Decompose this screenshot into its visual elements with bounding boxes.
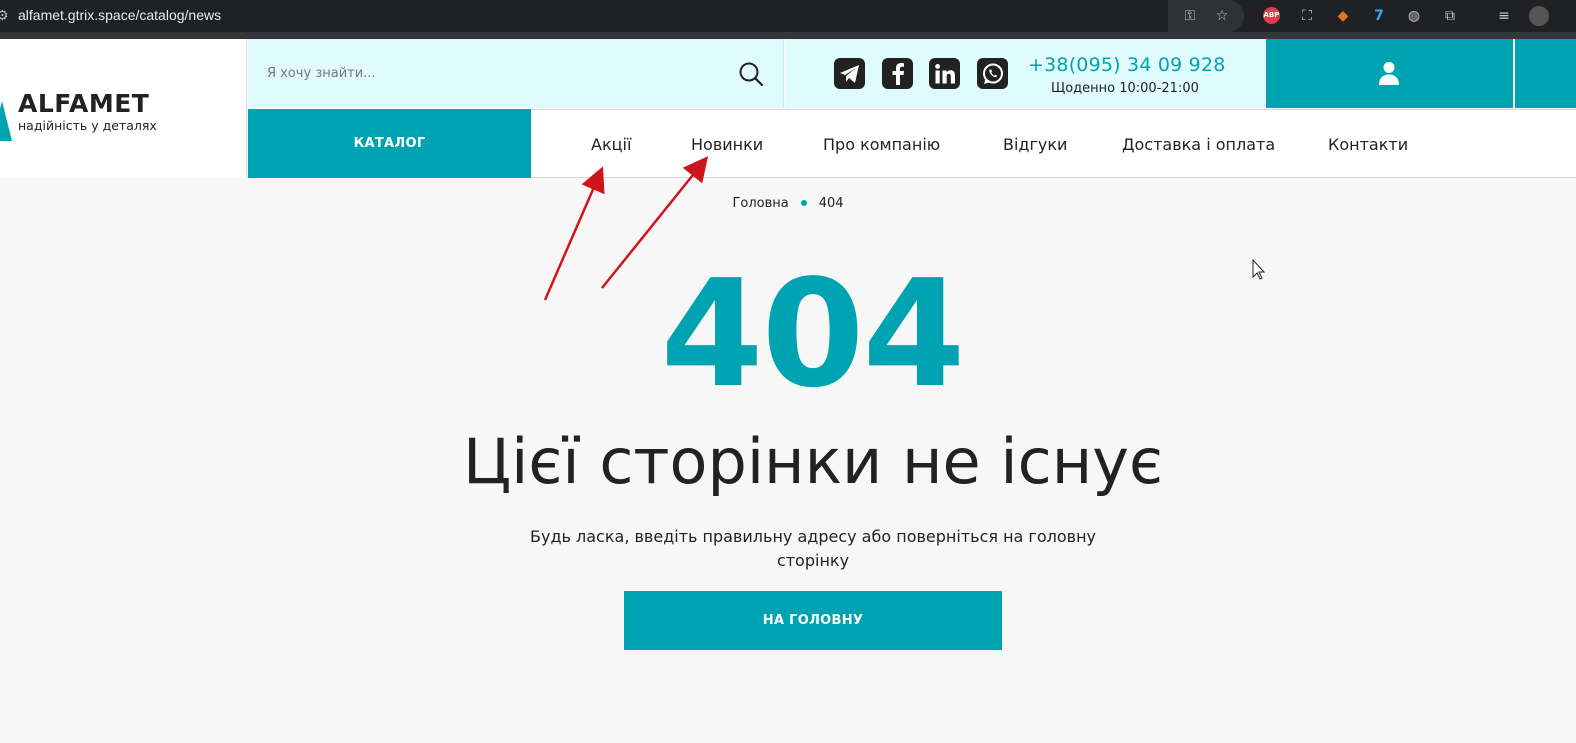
site-header: ALFAMET надійність у деталях +38(095) 34… bbox=[0, 39, 1576, 178]
profile-avatar-icon[interactable] bbox=[1529, 6, 1549, 26]
translate-extension-icon[interactable]: 7 bbox=[1369, 6, 1389, 26]
user-icon bbox=[1379, 62, 1399, 85]
nav-item-new[interactable]: Новинки bbox=[691, 135, 763, 154]
screenshot-extension-icon[interactable]: ⛶ bbox=[1297, 6, 1317, 26]
nav-item-delivery[interactable]: Доставка і оплата bbox=[1122, 135, 1275, 154]
adblock-icon[interactable]: ABP bbox=[1263, 7, 1280, 24]
working-hours: Щоденно 10:00-21:00 bbox=[1051, 81, 1199, 96]
whatsapp-icon[interactable] bbox=[977, 58, 1008, 89]
telegram-icon[interactable] bbox=[834, 58, 865, 89]
main-nav: Акції Новинки Про компанію Відгуки Доста… bbox=[531, 109, 1576, 178]
account-button[interactable] bbox=[1266, 39, 1513, 108]
site-info-icon[interactable]: ⚙ bbox=[0, 8, 9, 24]
search-icon[interactable] bbox=[738, 61, 764, 87]
catalog-button[interactable]: КАТАЛОГ bbox=[248, 109, 531, 178]
browser-toolbar: ⚙ alfamet.gtrix.space/catalog/news ⚿ ☆ A… bbox=[0, 0, 1576, 32]
key-icon[interactable]: ⚿ bbox=[1180, 6, 1200, 26]
breadcrumb-home[interactable]: Головна bbox=[732, 196, 788, 211]
facebook-icon[interactable] bbox=[882, 58, 913, 89]
cart-button[interactable] bbox=[1515, 39, 1576, 108]
search-input[interactable] bbox=[248, 39, 728, 108]
address-bar[interactable]: alfamet.gtrix.space/catalog/news bbox=[18, 7, 221, 23]
extensions-puzzle-icon[interactable]: ⧉ bbox=[1440, 6, 1460, 26]
logo[interactable]: ALFAMET надійність у деталях bbox=[0, 39, 247, 178]
nav-item-promotions[interactable]: Акції bbox=[591, 135, 631, 154]
logo-triangle-icon bbox=[0, 101, 12, 141]
error-title: Цієї сторінки не існує bbox=[463, 425, 1163, 498]
error-message: Будь ласка, введіть правильну адресу або… bbox=[530, 527, 1096, 570]
nav-item-about[interactable]: Про компанію bbox=[823, 135, 940, 154]
logo-name: ALFAMET bbox=[18, 89, 150, 118]
media-queue-icon[interactable]: ≡ bbox=[1494, 6, 1514, 26]
breadcrumb: Головна 404 bbox=[0, 196, 1576, 211]
contacts-block: +38(095) 34 09 928 Щоденно 10:00-21:00 bbox=[785, 39, 1265, 108]
logo-tagline: надійність у деталях bbox=[18, 118, 157, 133]
breadcrumb-current: 404 bbox=[818, 196, 844, 211]
nav-item-contacts[interactable]: Контакти bbox=[1328, 135, 1408, 154]
breadcrumb-separator bbox=[800, 199, 807, 206]
search-bar bbox=[248, 39, 784, 108]
nav-item-reviews[interactable]: Відгуки bbox=[1003, 135, 1067, 154]
error-code: 404 bbox=[660, 248, 966, 420]
go-home-button[interactable]: НА ГОЛОВНУ bbox=[624, 591, 1002, 650]
browser-separator bbox=[0, 32, 1576, 39]
bookmark-star-icon[interactable]: ☆ bbox=[1212, 6, 1232, 26]
metamask-fox-icon[interactable]: ◆ bbox=[1333, 6, 1353, 26]
globe-extension-icon[interactable]: ◍ bbox=[1404, 6, 1424, 26]
linkedin-icon[interactable] bbox=[929, 58, 960, 89]
phone-number[interactable]: +38(095) 34 09 928 bbox=[1028, 54, 1226, 76]
